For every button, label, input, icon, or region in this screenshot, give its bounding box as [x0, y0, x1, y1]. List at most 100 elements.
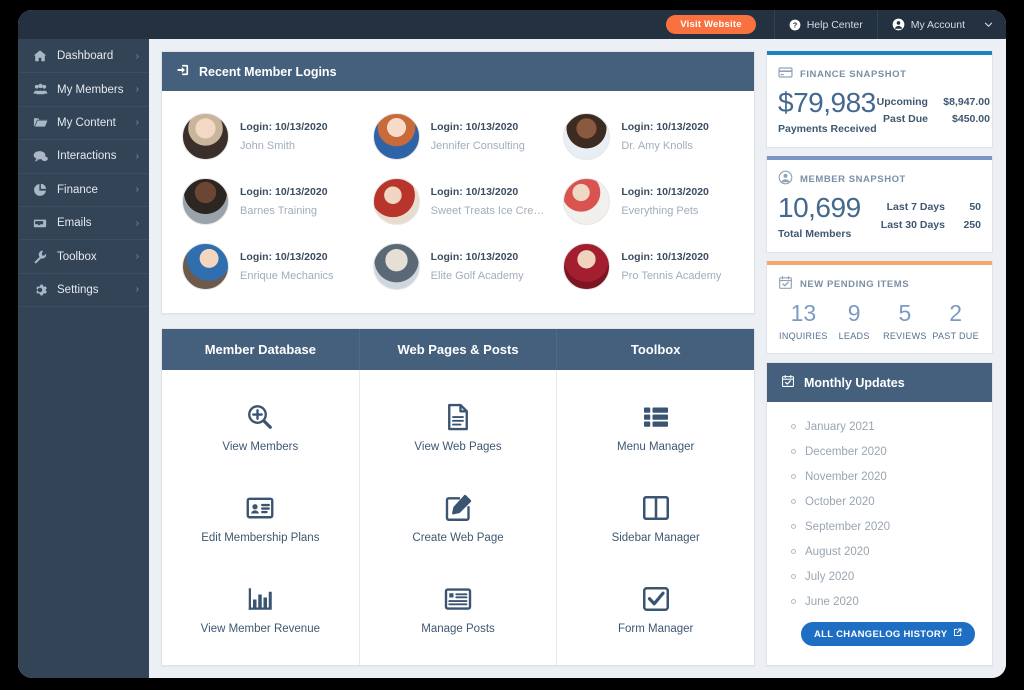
list-item[interactable]: Login: 10/13/2020 Elite Golf Academy	[363, 234, 554, 299]
stat-label: Past Due	[883, 113, 928, 126]
member-amount-wrap: 10,699 Total Members	[778, 192, 861, 240]
sidebar-item-toolbox[interactable]: Toolbox ›	[18, 240, 149, 274]
sign-in-icon	[176, 63, 190, 80]
list-item[interactable]: Login: 10/13/2020 John Smith	[172, 104, 363, 169]
visit-website-button[interactable]: Visit Website	[666, 15, 756, 34]
update-label: January 2021	[805, 420, 875, 433]
id-card-icon	[245, 493, 275, 523]
login-date: Login: 10/13/2020	[621, 186, 709, 198]
list-item[interactable]: Login: 10/13/2020 Everything Pets	[553, 169, 744, 234]
bullet-icon	[791, 524, 796, 530]
help-center-label: Help Center	[806, 18, 863, 31]
list-item[interactable]: October 2020	[777, 489, 982, 514]
view-web-pages-button[interactable]: View Web Pages	[360, 382, 557, 473]
finance-stat-upcoming: Upcoming $8,947.00	[877, 94, 990, 111]
list-item[interactable]: June 2020	[777, 589, 982, 614]
chevron-right-icon: ›	[135, 184, 139, 196]
member-stat-last-30-days: Last 30 Days 250	[881, 217, 981, 234]
sidebar-item-settings[interactable]: Settings ›	[18, 274, 149, 308]
manage-posts-button[interactable]: Manage Posts	[360, 564, 557, 655]
top-bar: Visit Website ? Help Center My Account	[18, 10, 1006, 39]
bullet-icon	[791, 599, 796, 605]
chevron-right-icon: ›	[135, 150, 139, 162]
member-snapshot-title: MEMBER SNAPSHOT	[800, 173, 906, 185]
columns-icon	[641, 493, 671, 523]
left-column: Recent Member Logins Login: 10/13/2020 J…	[161, 51, 755, 666]
list-item[interactable]: Login: 10/13/2020 Barnes Training	[172, 169, 363, 234]
update-label: October 2020	[805, 495, 875, 508]
update-label: July 2020	[805, 570, 855, 583]
bullet-icon	[791, 474, 796, 480]
account-dropdown-toggle[interactable]	[979, 10, 1006, 39]
finance-snapshot-title-row: FINANCE SNAPSHOT	[778, 65, 981, 83]
list-item[interactable]: August 2020	[777, 539, 982, 564]
view-members-button[interactable]: View Members	[162, 382, 359, 473]
login-row: Login: 10/13/2020 Barnes Training Login:…	[172, 169, 744, 234]
comment-icon	[32, 149, 48, 164]
actions-column-member-database: View Members Edit Membership Plans View …	[162, 370, 360, 665]
list-item[interactable]: January 2021	[777, 414, 982, 439]
menu-manager-button[interactable]: Menu Manager	[557, 382, 754, 473]
bar-chart-icon	[245, 584, 275, 614]
my-account-button[interactable]: My Account	[876, 10, 979, 39]
sidebar-item-finance[interactable]: Finance ›	[18, 174, 149, 207]
finance-amount-wrap: $79,983 Payments Received	[778, 87, 877, 135]
pending-items-grid: 13 INQUIRIES 9 LEADS 5 REVIEWS 2 PAST DU…	[778, 299, 981, 341]
stat-label: Last 30 Days	[880, 218, 945, 231]
folder-icon	[32, 115, 48, 130]
all-changelog-history-button[interactable]: ALL CHANGELOG HISTORY	[801, 622, 976, 647]
list-item[interactable]: July 2020	[777, 564, 982, 589]
update-label: November 2020	[805, 470, 887, 483]
wrench-icon	[32, 250, 48, 264]
login-meta: Login: 10/13/2020 John Smith	[240, 121, 328, 152]
sidebar-item-my-content[interactable]: My Content ›	[18, 107, 149, 141]
body-split: Dashboard › My Members › My Content › In…	[18, 39, 1006, 678]
sidebar: Dashboard › My Members › My Content › In…	[18, 39, 149, 678]
chevron-right-icon: ›	[135, 50, 139, 62]
update-label: August 2020	[805, 545, 870, 558]
sidebar-item-label: Finance	[57, 183, 98, 196]
action-label: Create Web Page	[412, 532, 504, 544]
sidebar-item-label: Emails	[57, 217, 92, 230]
action-label: Edit Membership Plans	[201, 532, 320, 544]
login-meta: Login: 10/13/2020 Dr. Amy Knolls	[621, 121, 709, 152]
list-item[interactable]: Login: 10/13/2020 Sweet Treats Ice Cream	[363, 169, 554, 234]
help-center-button[interactable]: ? Help Center	[773, 10, 877, 39]
finance-stats: Upcoming $8,947.00 Past Due $450.00	[877, 87, 990, 129]
pending-reviews[interactable]: 5 REVIEWS	[880, 299, 931, 341]
login-date: Login: 10/13/2020	[240, 121, 328, 133]
bullet-icon	[791, 449, 796, 455]
login-name: Sweet Treats Ice Cream	[430, 205, 548, 217]
chevron-right-icon: ›	[135, 284, 139, 296]
pending-inquiries[interactable]: 13 INQUIRIES	[778, 299, 829, 341]
list-item[interactable]: November 2020	[777, 464, 982, 489]
sidebar-item-my-members[interactable]: My Members ›	[18, 73, 149, 107]
avatar	[563, 243, 611, 290]
sidebar-item-interactions[interactable]: Interactions ›	[18, 140, 149, 174]
view-member-revenue-button[interactable]: View Member Revenue	[162, 564, 359, 655]
pending-leads[interactable]: 9 LEADS	[829, 299, 880, 341]
list-item[interactable]: September 2020	[777, 514, 982, 539]
list-item[interactable]: Login: 10/13/2020 Dr. Amy Knolls	[553, 104, 744, 169]
form-manager-button[interactable]: Form Manager	[557, 564, 754, 655]
list-item[interactable]: December 2020	[777, 439, 982, 464]
sidebar-manager-button[interactable]: Sidebar Manager	[557, 473, 754, 564]
list-item[interactable]: Login: 10/13/2020 Jennifer Consulting	[363, 104, 554, 169]
list-item[interactable]: Login: 10/13/2020 Pro Tennis Academy	[553, 234, 744, 299]
sidebar-item-dashboard[interactable]: Dashboard ›	[18, 40, 149, 74]
pending-past-due[interactable]: 2 PAST DUE	[930, 299, 981, 341]
pending-label: INQUIRIES	[779, 331, 828, 342]
update-label: December 2020	[805, 445, 887, 458]
list-item[interactable]: Login: 10/13/2020 Enrique Mechanics	[172, 234, 363, 299]
pending-label: REVIEWS	[883, 331, 927, 342]
create-web-page-button[interactable]: Create Web Page	[360, 473, 557, 564]
action-label: Menu Manager	[617, 441, 695, 453]
login-date: Login: 10/13/2020	[621, 121, 709, 133]
pending-count: 13	[790, 300, 817, 327]
edit-membership-plans-button[interactable]: Edit Membership Plans	[162, 473, 359, 564]
column-header-toolbox: Toolbox	[557, 329, 755, 370]
sidebar-item-emails[interactable]: Emails ›	[18, 207, 149, 241]
login-meta: Login: 10/13/2020 Jennifer Consulting	[431, 121, 525, 152]
menu-list-icon	[641, 402, 671, 432]
right-column: FINANCE SNAPSHOT $79,983 Payments Receiv…	[766, 51, 993, 666]
